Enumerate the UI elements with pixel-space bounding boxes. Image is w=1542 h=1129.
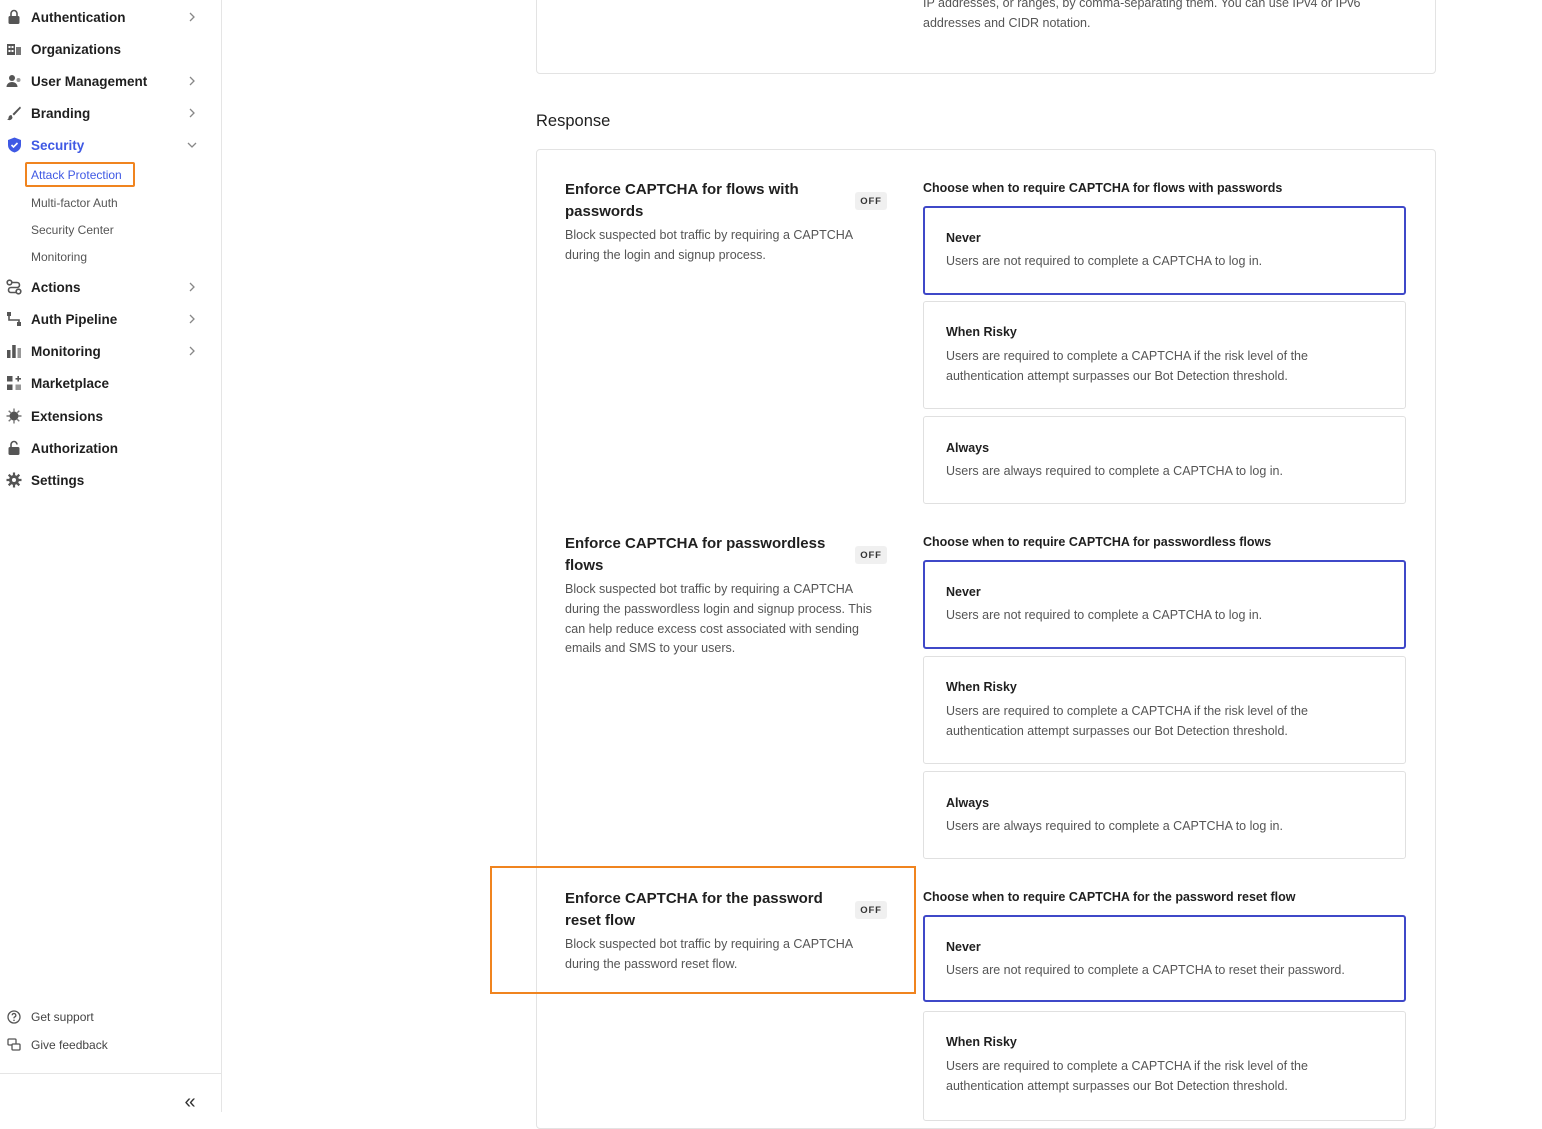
response-section-title: Response [536,112,611,130]
sidebar-sub-monitoring[interactable]: Monitoring [31,250,87,264]
chevron-right-icon [186,75,198,87]
users-icon [5,72,23,90]
chevron-right-icon [186,11,198,23]
option-title: Never [946,940,981,954]
feature-title-passwordless: Enforce CAPTCHA for passwordless flows [565,535,826,574]
sidebar-item-label: Organizations [31,41,122,57]
get-support-label: Get support [31,1010,94,1024]
sidebar-sub-multi-factor-auth[interactable]: Multi-factor Auth [31,196,118,210]
option-title: Always [946,796,990,810]
feature-title-passwords: Enforce CAPTCHA for flows with passwords [565,181,799,220]
option-passwords-never[interactable]: Never Users are not required to complete… [923,206,1406,295]
sidebar-item-security[interactable]: Security [0,131,210,159]
choose-label-passwords: Choose when to require CAPTCHA for flows… [923,181,1283,195]
sidebar-sub-attack-protection[interactable]: Attack Protection [31,168,122,182]
option-desc: Users are not required to complete a CAP… [946,254,1263,268]
option-desc: Users are always required to complete a … [946,464,1283,478]
get-support-link[interactable]: Get support [0,1006,200,1028]
chevron-right-icon [186,345,198,357]
option-desc: Users are required to complete a CAPTCHA… [946,349,1308,383]
sidebar-item-label: Security [31,137,85,153]
feedback-icon [6,1037,22,1053]
lock-icon [5,8,23,26]
option-desc: Users are always required to complete a … [946,819,1283,833]
marketplace-icon [5,374,23,392]
brush-icon [5,104,23,122]
chevron-right-icon [186,313,198,325]
option-desc: Users are not required to complete a CAP… [946,963,1345,977]
sidebar-item-label: User Management [31,73,148,89]
option-desc: Users are not required to complete a CAP… [946,608,1263,622]
toggle-passwordless-captcha[interactable]: OFF [855,546,887,564]
sidebar-item-branding[interactable]: Branding [0,99,210,127]
sidebar-item-label: Actions [31,279,81,295]
extensions-icon [5,407,23,425]
option-passwords-always[interactable]: Always Users are always required to comp… [923,416,1406,504]
option-desc: Users are required to complete a CAPTCHA… [946,704,1308,738]
help-circle-icon [6,1009,22,1025]
sidebar-item-authentication[interactable]: Authentication [0,3,210,31]
chevron-right-icon [186,281,198,293]
sidebar-item-label: Authorization [31,440,118,456]
option-desc: Users are required to complete a CAPTCHA… [946,1059,1308,1093]
chevron-down-icon [186,139,198,151]
collapse-sidebar-button[interactable]: « [179,1092,201,1114]
feature-desc-password-reset: Block suspected bot traffic by requiring… [565,937,853,971]
sidebar-item-label: Extensions [31,408,104,424]
sidebar-sub-security-center[interactable]: Security Center [31,223,114,237]
building-icon [5,40,23,58]
shield-check-icon [5,136,23,154]
chevron-right-icon [186,107,198,119]
sidebar-item-label: Marketplace [31,375,110,391]
feature-title-password-reset: Enforce CAPTCHA for the password reset f… [565,890,823,929]
option-title: When Risky [946,680,1017,694]
sidebar-item-marketplace[interactable]: Marketplace [0,369,210,397]
option-title: When Risky [946,1035,1017,1049]
option-password-reset-when-risky[interactable]: When Risky Users are required to complet… [923,1011,1406,1121]
choose-label-password-reset: Choose when to require CAPTCHA for the p… [923,890,1296,904]
choose-label-passwordless: Choose when to require CAPTCHA for passw… [923,535,1272,549]
sidebar-divider [0,1073,221,1074]
toggle-passwords-captcha[interactable]: OFF [855,192,887,210]
sidebar-item-label: Monitoring [31,343,101,359]
pipeline-icon [5,310,23,328]
option-passwordless-never[interactable]: Never Users are not required to complete… [923,560,1406,649]
sidebar-item-label: Auth Pipeline [31,311,118,327]
option-password-reset-never[interactable]: Never Users are not required to complete… [923,915,1406,1002]
option-title: Never [946,231,981,245]
feature-desc-passwords: Block suspected bot traffic by requiring… [565,228,853,262]
option-passwordless-always[interactable]: Always Users are always required to comp… [923,771,1406,859]
option-title: Always [946,441,990,455]
option-passwordless-when-risky[interactable]: When Risky Users are required to complet… [923,656,1406,764]
unlock-icon [5,439,23,457]
sidebar-item-settings[interactable]: Settings [0,466,210,494]
sidebar-item-label: Branding [31,105,91,121]
sidebar-item-label: Authentication [31,9,126,25]
sidebar: Authentication Organizations User Manage… [0,0,222,1112]
option-title: When Risky [946,325,1017,339]
sidebar-item-label: Settings [31,472,85,488]
sidebar-item-monitoring[interactable]: Monitoring [0,337,210,365]
option-passwords-when-risky[interactable]: When Risky Users are required to complet… [923,301,1406,409]
sidebar-item-actions[interactable]: Actions [0,273,210,301]
allowlist-help-text: IP addresses, or ranges, by comma-separa… [923,0,1361,30]
sidebar-item-user-management[interactable]: User Management [0,67,210,95]
toggle-password-reset-captcha[interactable]: OFF [855,901,887,919]
give-feedback-link[interactable]: Give feedback [0,1034,200,1056]
sidebar-item-auth-pipeline[interactable]: Auth Pipeline [0,305,210,333]
sidebar-item-organizations[interactable]: Organizations [0,35,210,63]
feature-desc-passwordless: Block suspected bot traffic by requiring… [565,582,872,656]
sidebar-item-authorization[interactable]: Authorization [0,434,210,462]
option-title: Never [946,585,981,599]
actions-icon [5,278,23,296]
sidebar-item-extensions[interactable]: Extensions [0,402,210,430]
bar-chart-icon [5,342,23,360]
gear-icon [5,471,23,489]
give-feedback-label: Give feedback [31,1038,108,1052]
